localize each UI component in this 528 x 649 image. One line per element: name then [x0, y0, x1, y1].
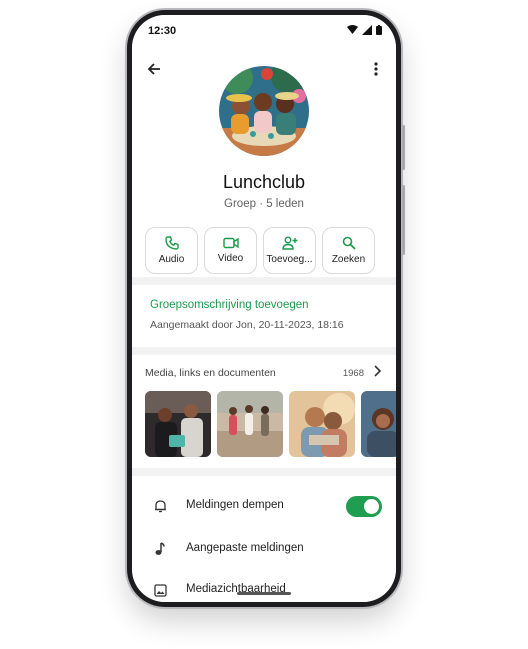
video-call-button[interactable]: Video [204, 227, 257, 274]
phone-icon [164, 236, 179, 250]
action-label: Video [217, 253, 244, 264]
signal-icon [362, 25, 372, 35]
image-icon [152, 582, 168, 598]
settings-list: Meldingen dempen Aangepaste meldingen Me… [132, 476, 396, 602]
group-member-count: Groep · 5 leden [224, 198, 304, 210]
action-label: Zoeken [331, 254, 366, 265]
video-icon [222, 237, 239, 249]
created-info: Aangemaakt door Jon, 20-11-2023, 18:16 [150, 319, 344, 331]
bell-icon [152, 498, 168, 514]
media-title: Media, links en documenten [145, 367, 276, 379]
group-name: Lunchclub [222, 172, 306, 192]
audio-call-button[interactable]: Audio [145, 227, 198, 274]
media-thumbnail[interactable] [361, 391, 396, 457]
battery-icon [376, 25, 382, 35]
description-card: Groepsomschrijving toevoegen Aangemaakt … [132, 285, 396, 347]
media-thumbnails [145, 391, 396, 457]
music-note-icon [152, 541, 168, 557]
setting-label: Aangepaste meldingen [186, 542, 304, 554]
add-member-button[interactable]: Toevoeg... [263, 227, 316, 274]
wifi-icon [347, 25, 358, 34]
add-person-icon [281, 236, 297, 250]
setting-label: Meldingen dempen [186, 499, 284, 511]
phone-frame: 12:30 Lunchclub Groep · 5 leden Audio Vi… [127, 10, 405, 607]
search-icon [342, 236, 356, 250]
add-description-link[interactable]: Groepsomschrijving toevoegen [150, 299, 309, 311]
quick-actions: Audio Video Toevoeg... Zoeken [145, 227, 375, 274]
media-section[interactable]: Media, links en documenten 1968 [132, 355, 396, 468]
media-visibility-row[interactable]: Mediazichtbaarheid [132, 570, 396, 602]
custom-notifications-row[interactable]: Aangepaste meldingen [132, 529, 396, 569]
mute-toggle[interactable] [346, 496, 382, 517]
group-avatar[interactable] [219, 66, 309, 156]
toggle-knob [364, 499, 379, 514]
power-button [402, 185, 405, 255]
search-button[interactable]: Zoeken [322, 227, 375, 274]
status-icons [347, 25, 382, 35]
volume-button [402, 125, 405, 170]
media-thumbnail[interactable] [289, 391, 355, 457]
media-count: 1968 [342, 368, 364, 379]
media-thumbnail[interactable] [217, 391, 283, 457]
action-label: Toevoeg... [266, 254, 313, 265]
more-options-icon[interactable] [364, 57, 388, 81]
back-arrow-icon[interactable] [142, 57, 166, 81]
chevron-right-icon[interactable] [372, 365, 382, 377]
group-header: Lunchclub Groep · 5 leden Audio Video To… [132, 45, 396, 277]
status-time: 12:30 [148, 25, 177, 37]
home-indicator[interactable] [237, 592, 291, 595]
status-bar: 12:30 [132, 15, 396, 45]
media-thumbnail[interactable] [145, 391, 211, 457]
screen: 12:30 Lunchclub Groep · 5 leden Audio Vi… [132, 15, 396, 602]
mute-notifications-row[interactable]: Meldingen dempen [132, 486, 396, 526]
action-label: Audio [158, 254, 185, 265]
